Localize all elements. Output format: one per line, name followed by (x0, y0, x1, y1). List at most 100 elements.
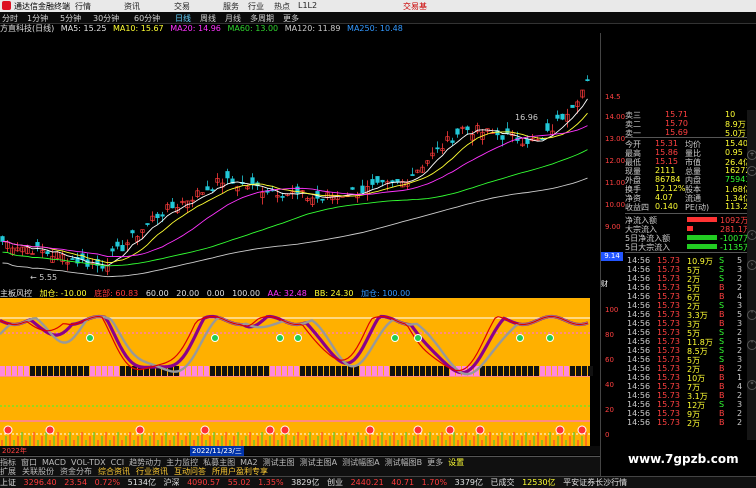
signal-block (522, 366, 527, 376)
candle-body (465, 126, 470, 131)
trade-row: 14:56 15.73 6万 B 4 (627, 292, 747, 302)
quote-info-label2: PE(动) (685, 203, 710, 212)
cy-change: 40.71 (391, 478, 415, 487)
trade-price: 15.73 (657, 337, 680, 346)
menu-service[interactable]: 服务 (223, 1, 239, 12)
app-title: 通达信金融终端 (14, 2, 70, 11)
trade-count: 2 (737, 409, 743, 418)
signal-block (234, 366, 239, 376)
menu-news[interactable]: 资讯 (124, 1, 140, 12)
left-arrow-icon[interactable]: ‹ (747, 230, 756, 240)
candlestick-chart[interactable]: ← 5.55 16.96 (0, 33, 590, 288)
signal-block (306, 366, 311, 376)
sell-signal-icon (86, 334, 94, 342)
trade-price: 15.73 (657, 256, 680, 265)
zoom-out-icon[interactable]: − (747, 166, 756, 176)
candle-body (560, 113, 565, 120)
candle-body (455, 128, 460, 135)
order-book-price: 15.69 (665, 128, 688, 137)
trade-volume: 2万 (687, 419, 701, 428)
extension-tab[interactable]: 所用户盈利专享 (212, 467, 268, 476)
right-arrow-icon[interactable]: › (747, 260, 756, 270)
signal-block (288, 366, 293, 376)
trade-price: 15.73 (657, 364, 680, 373)
candle-body (545, 123, 550, 131)
signal-block (564, 366, 569, 376)
candle-body (145, 223, 150, 225)
trade-count: 4 (737, 292, 743, 301)
trade-price: 15.73 (657, 301, 680, 310)
extension-tab[interactable]: 扩展 (0, 467, 16, 476)
menu-quote[interactable]: 行情 (75, 1, 91, 12)
signal-block (114, 366, 119, 376)
extension-tab[interactable]: 行业资讯 (136, 467, 168, 476)
legend-item: 100.00 (232, 289, 261, 298)
trade-row: 14:56 15.73 11.8万 S 5 (627, 337, 747, 347)
signal-block (24, 366, 29, 376)
extension-tab[interactable]: 关联股份 (22, 467, 54, 476)
buy-signal-icon (475, 425, 485, 435)
quote-info-value2: 0.95 (725, 148, 743, 157)
signal-block (264, 366, 269, 376)
signal-block (222, 366, 227, 376)
status-bar: 上证 3296.40 23.54 0.72% 5134亿 沪深 4090.57 … (0, 476, 756, 488)
trade-direction: S (719, 346, 725, 355)
extension-tabs: 扩展 关联股份 资金分布 综合资讯 行业资讯 互动问答 所用户盈利专享 (0, 466, 600, 476)
trade-direction: S (719, 265, 725, 274)
extension-tab[interactable]: 资金分布 (60, 467, 92, 476)
down-arrow-icon[interactable]: ˅ (747, 340, 756, 350)
signal-block (54, 366, 59, 376)
broker-news[interactable]: 平安证券长沙行情 (563, 478, 627, 487)
cy-label[interactable]: 创业 (327, 478, 343, 487)
trade-row: 14:56 15.73 5万 S 2 (627, 328, 747, 338)
sell-signal-icon (546, 334, 554, 342)
sh-label[interactable]: 上证 (0, 478, 16, 487)
extension-tab[interactable]: 互动问答 (174, 467, 206, 476)
trade-count: 2 (737, 274, 743, 283)
buy-signal-icon (200, 425, 210, 435)
zoom-in-icon[interactable]: + (747, 150, 756, 160)
price-axis-label: 14.00 (605, 113, 626, 121)
ma250-legend: MA250: 10.48 (347, 24, 403, 33)
finance-tag[interactable]: 财 (601, 279, 623, 288)
sh-percent: 0.72% (94, 478, 121, 487)
up-arrow-icon[interactable]: ˄ (747, 310, 756, 320)
menu-industry[interactable]: 行业 (248, 1, 264, 12)
trade-price: 15.73 (657, 283, 680, 292)
trade-price: 15.73 (657, 310, 680, 319)
settings-icon[interactable]: * (747, 380, 756, 390)
trade-price: 15.73 (657, 274, 680, 283)
quote-info-value: 15.15 (655, 157, 678, 166)
candles-layer (0, 75, 590, 276)
candle-body (30, 253, 35, 255)
sell-signal-icon (516, 334, 524, 342)
signal-block (90, 366, 95, 376)
trade-time: 14:56 (627, 400, 651, 409)
menu-hot[interactable]: 热点 (274, 1, 290, 12)
title-bar: 通达信金融终端 行情 资讯 交易 服务 行业 热点 L1L2 交易基 (0, 0, 756, 12)
price-axis-label: 9.00 (605, 223, 621, 231)
menu-trade[interactable]: 交易 (174, 1, 190, 12)
trade-price: 15.73 (657, 373, 680, 382)
sz-label[interactable]: 沪深 (164, 478, 180, 487)
legend-item: 0.00 (206, 289, 225, 298)
trade-time: 14:56 (627, 274, 651, 283)
oscillator-chart[interactable] (0, 298, 600, 446)
candle-body (350, 187, 355, 190)
candle-body (170, 201, 175, 209)
trade-time: 14:56 (627, 310, 651, 319)
trade-login-button[interactable]: 交易基 (403, 1, 427, 12)
menu-l1l2[interactable]: L1L2 (298, 1, 317, 10)
legend-item: 加仓: -10.00 (39, 289, 87, 298)
trade-direction: S (719, 256, 725, 265)
signal-block (540, 366, 545, 376)
signal-block (192, 366, 197, 376)
order-book-price: 15.70 (665, 119, 688, 128)
sz-percent: 1.35% (258, 478, 284, 487)
quote-info-row: 最低 15.15 市值 26.4亿 (625, 157, 755, 167)
indicator-name[interactable]: 主板风控 (0, 289, 32, 298)
extension-tab[interactable]: 综合资讯 (98, 467, 130, 476)
buy-signal-icon (365, 425, 375, 435)
candle-body (370, 179, 375, 185)
ext-amount: 12530亿 (522, 478, 556, 487)
